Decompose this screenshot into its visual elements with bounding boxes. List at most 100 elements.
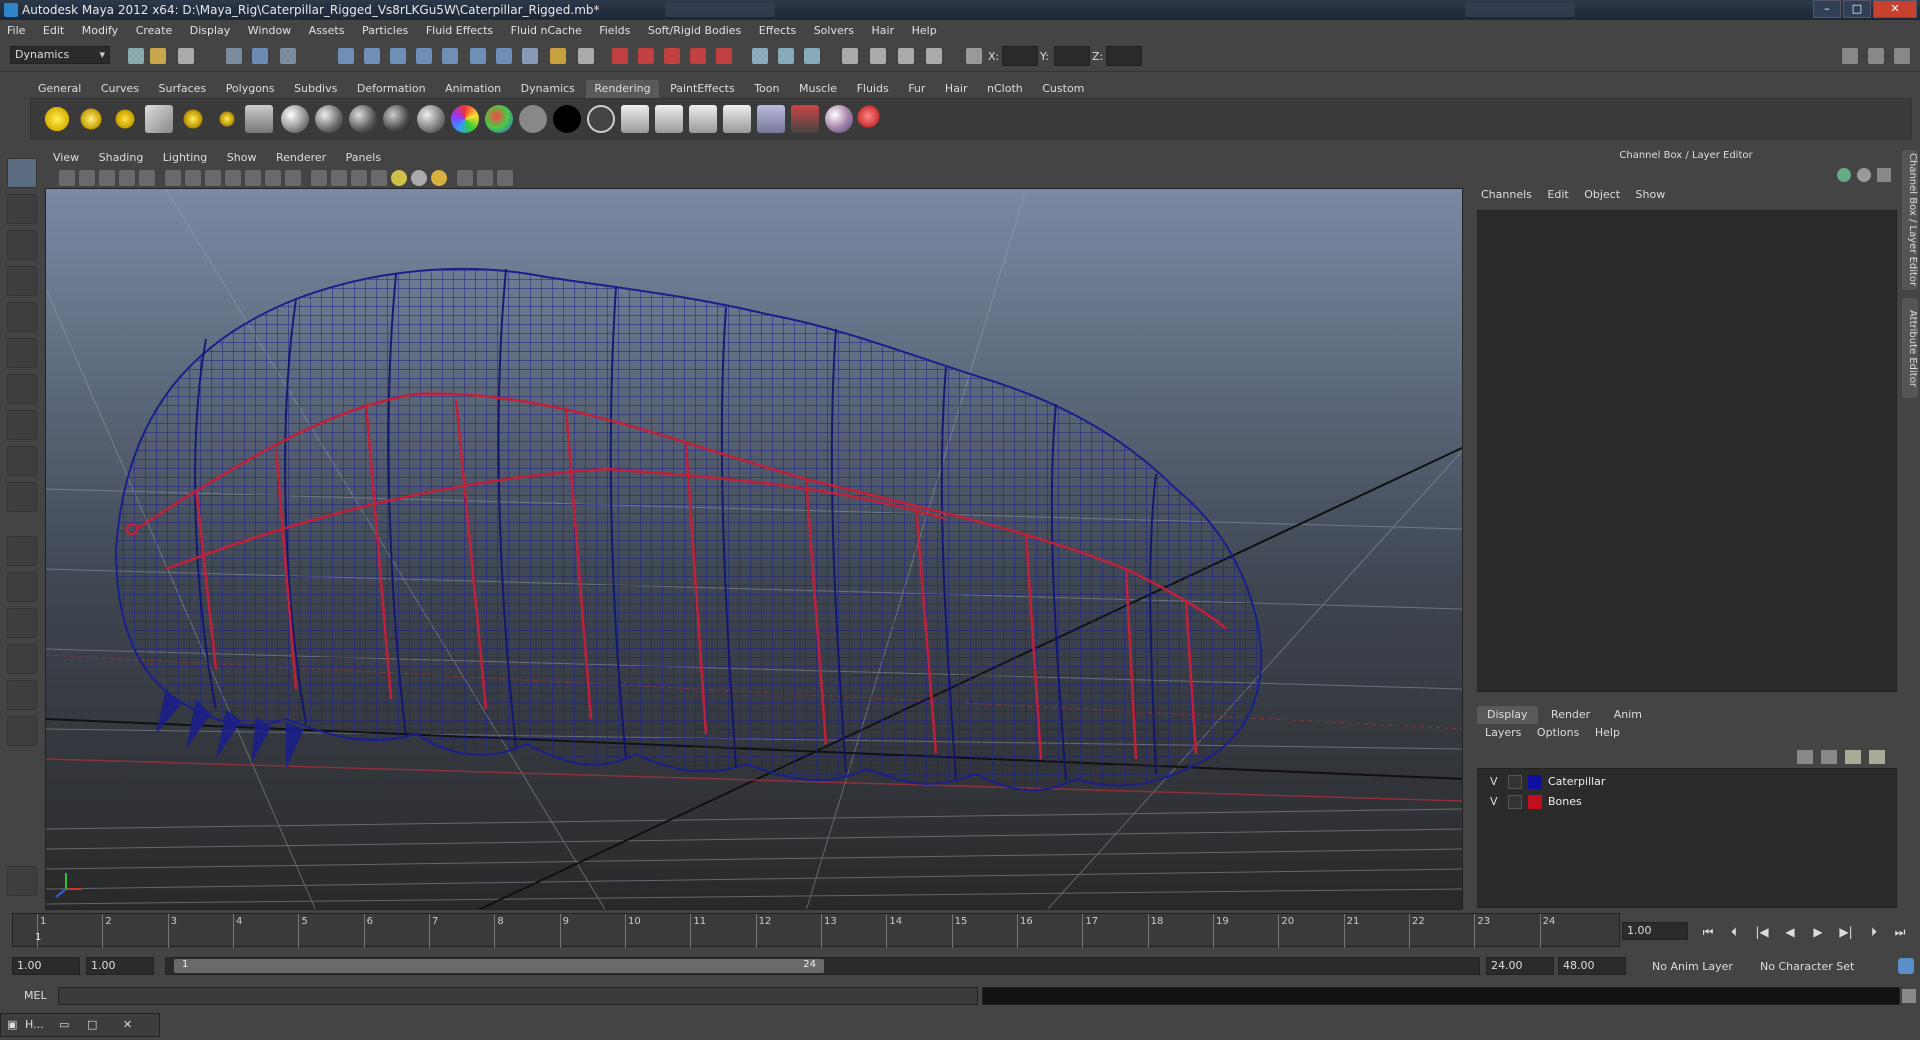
ipr-render-icon[interactable]: [638, 48, 654, 64]
move-layer-down-icon[interactable]: [1821, 750, 1837, 764]
resolution-gate-icon[interactable]: [205, 170, 221, 186]
step-forward-key-icon[interactable]: ▶|: [1836, 924, 1856, 940]
manipulator-tool-icon[interactable]: [7, 374, 37, 404]
layer-playback-toggle[interactable]: [1508, 775, 1522, 789]
playback-end-field[interactable]: 24.00: [1486, 957, 1554, 975]
layer-menu-options[interactable]: Options: [1531, 726, 1585, 739]
side-tab-attribute-editor[interactable]: Attribute Editor: [1902, 298, 1918, 398]
history-icon[interactable]: [578, 48, 594, 64]
volume-light-icon[interactable]: [213, 105, 241, 133]
key-icon[interactable]: [1898, 958, 1914, 974]
use-all-lights-icon[interactable]: [391, 170, 407, 186]
phong-shader-icon[interactable]: [349, 105, 377, 133]
menu-fluid-effects[interactable]: Fluid Effects: [419, 20, 500, 41]
camera-icon[interactable]: [245, 105, 273, 133]
shelf-tab-toon[interactable]: Toon: [746, 80, 787, 98]
range-slider-handle[interactable]: 1 24: [174, 959, 824, 973]
lasso-tool-icon[interactable]: [7, 194, 37, 224]
maximize-icon[interactable]: □: [87, 1018, 97, 1031]
menu-hair[interactable]: Hair: [865, 20, 902, 41]
film-gate-icon[interactable]: [185, 170, 201, 186]
menu-effects[interactable]: Effects: [752, 20, 803, 41]
viewport-menu-view[interactable]: View: [45, 148, 87, 168]
area-light-icon[interactable]: [179, 105, 207, 133]
graph-layout-icon[interactable]: [7, 644, 37, 674]
hand-tool-icon[interactable]: [7, 866, 37, 896]
save-scene-icon[interactable]: [178, 48, 194, 64]
channel-box-menu-edit[interactable]: Edit: [1541, 188, 1574, 201]
rotate-tool-icon[interactable]: [7, 302, 37, 332]
layered-shader-icon[interactable]: [485, 105, 513, 133]
menu-assets[interactable]: Assets: [302, 20, 352, 41]
layer-color-swatch[interactable]: [1528, 775, 1542, 789]
minimize-button[interactable]: –: [1813, 0, 1841, 18]
render-layout-icon[interactable]: [7, 716, 37, 746]
shelf-tab-dynamics[interactable]: Dynamics: [513, 80, 583, 98]
show-attribute-editor-icon[interactable]: [778, 48, 794, 64]
play-forwards-icon[interactable]: ▶: [1808, 924, 1828, 940]
close-button[interactable]: ✕: [1873, 0, 1917, 18]
time-slider[interactable]: 1 2 3 4 5 6 7 8 9 10 11 12 13 14 15 16 17 18 19 20 21 22 23 24 …: [12, 913, 1620, 948]
gate-mask-icon[interactable]: [225, 170, 241, 186]
menu-fluid-ncache[interactable]: Fluid nCache: [504, 20, 589, 41]
playback-start-field[interactable]: 1.00: [86, 957, 154, 975]
ramp-shader-icon[interactable]: [451, 105, 479, 133]
new-layer-from-selected-icon[interactable]: [1869, 750, 1885, 764]
shelf-tab-fur[interactable]: Fur: [900, 80, 933, 98]
layer-tab-display[interactable]: Display: [1477, 706, 1538, 724]
menuset-dropdown[interactable]: Dynamics: [10, 46, 110, 64]
viewport-menu-renderer[interactable]: Renderer: [268, 148, 334, 168]
surface-shader-icon[interactable]: [519, 105, 547, 133]
snap-surface-icon[interactable]: [496, 48, 512, 64]
select-object-icon[interactable]: [252, 48, 268, 64]
blinn-shader-icon[interactable]: [315, 105, 343, 133]
single-perspective-layout-icon[interactable]: [7, 536, 37, 566]
animation-end-field[interactable]: 48.00: [1558, 957, 1626, 975]
spot-light-icon[interactable]: [145, 105, 173, 133]
menu-create[interactable]: Create: [129, 20, 180, 41]
snap-grid-icon[interactable]: [338, 48, 354, 64]
shelf-tab-surfaces[interactable]: Surfaces: [151, 80, 215, 98]
scale-tool-icon[interactable]: [7, 338, 37, 368]
snap-plane-icon[interactable]: [416, 48, 432, 64]
channel-box-lock-icon[interactable]: [1857, 168, 1871, 182]
shelf-tab-curves[interactable]: Curves: [93, 80, 147, 98]
use-background-icon[interactable]: [553, 105, 581, 133]
layer-tab-anim[interactable]: Anim: [1604, 706, 1652, 724]
smooth-shade-icon[interactable]: [331, 170, 347, 186]
snap-curve-icon[interactable]: [364, 48, 380, 64]
command-language-label[interactable]: MEL: [24, 989, 47, 1002]
shelf-tab-fluids[interactable]: Fluids: [849, 80, 897, 98]
layer-color-swatch[interactable]: [1528, 795, 1542, 809]
safe-title-icon[interactable]: [285, 170, 301, 186]
camera-attributes-icon[interactable]: [79, 170, 95, 186]
hypershade-layout-icon[interactable]: [7, 680, 37, 710]
default-light-icon[interactable]: [431, 170, 447, 186]
animation-start-field[interactable]: 1.00: [12, 957, 80, 975]
shelf-tab-ncloth[interactable]: nCloth: [979, 80, 1031, 98]
render-frame-icon[interactable]: [612, 48, 628, 64]
channel-box-pin-icon[interactable]: [1877, 168, 1891, 182]
viewport-menu-shading[interactable]: Shading: [91, 148, 152, 168]
menu-fields[interactable]: Fields: [592, 20, 637, 41]
help-icon[interactable]: [522, 48, 538, 64]
channel-box-menu-object[interactable]: Object: [1578, 188, 1626, 201]
textured-icon[interactable]: [371, 170, 387, 186]
toggle-sidebar-icon[interactable]: [1842, 48, 1858, 64]
viewport-menu-panels[interactable]: Panels: [338, 148, 389, 168]
snap-view-icon[interactable]: [470, 48, 486, 64]
layer-visibility-toggle[interactable]: V: [1490, 793, 1498, 811]
channel-box-area[interactable]: [1477, 210, 1897, 692]
outliner-layout-icon[interactable]: [7, 608, 37, 638]
lambert-shader-icon[interactable]: [281, 105, 309, 133]
layer-row[interactable]: V Caterpillar: [1484, 773, 1884, 791]
panel-layout-icon[interactable]: [870, 48, 886, 64]
shadow-matte-icon[interactable]: [587, 105, 615, 133]
render-current-icon[interactable]: [621, 105, 649, 133]
phonge-shader-icon[interactable]: [383, 105, 411, 133]
character-set-dropdown[interactable]: No Character Set: [1760, 960, 1854, 973]
shadows-icon[interactable]: [411, 170, 427, 186]
menu-help[interactable]: Help: [905, 20, 944, 41]
wireframe-on-shaded-icon[interactable]: [351, 170, 367, 186]
menu-particles[interactable]: Particles: [355, 20, 415, 41]
